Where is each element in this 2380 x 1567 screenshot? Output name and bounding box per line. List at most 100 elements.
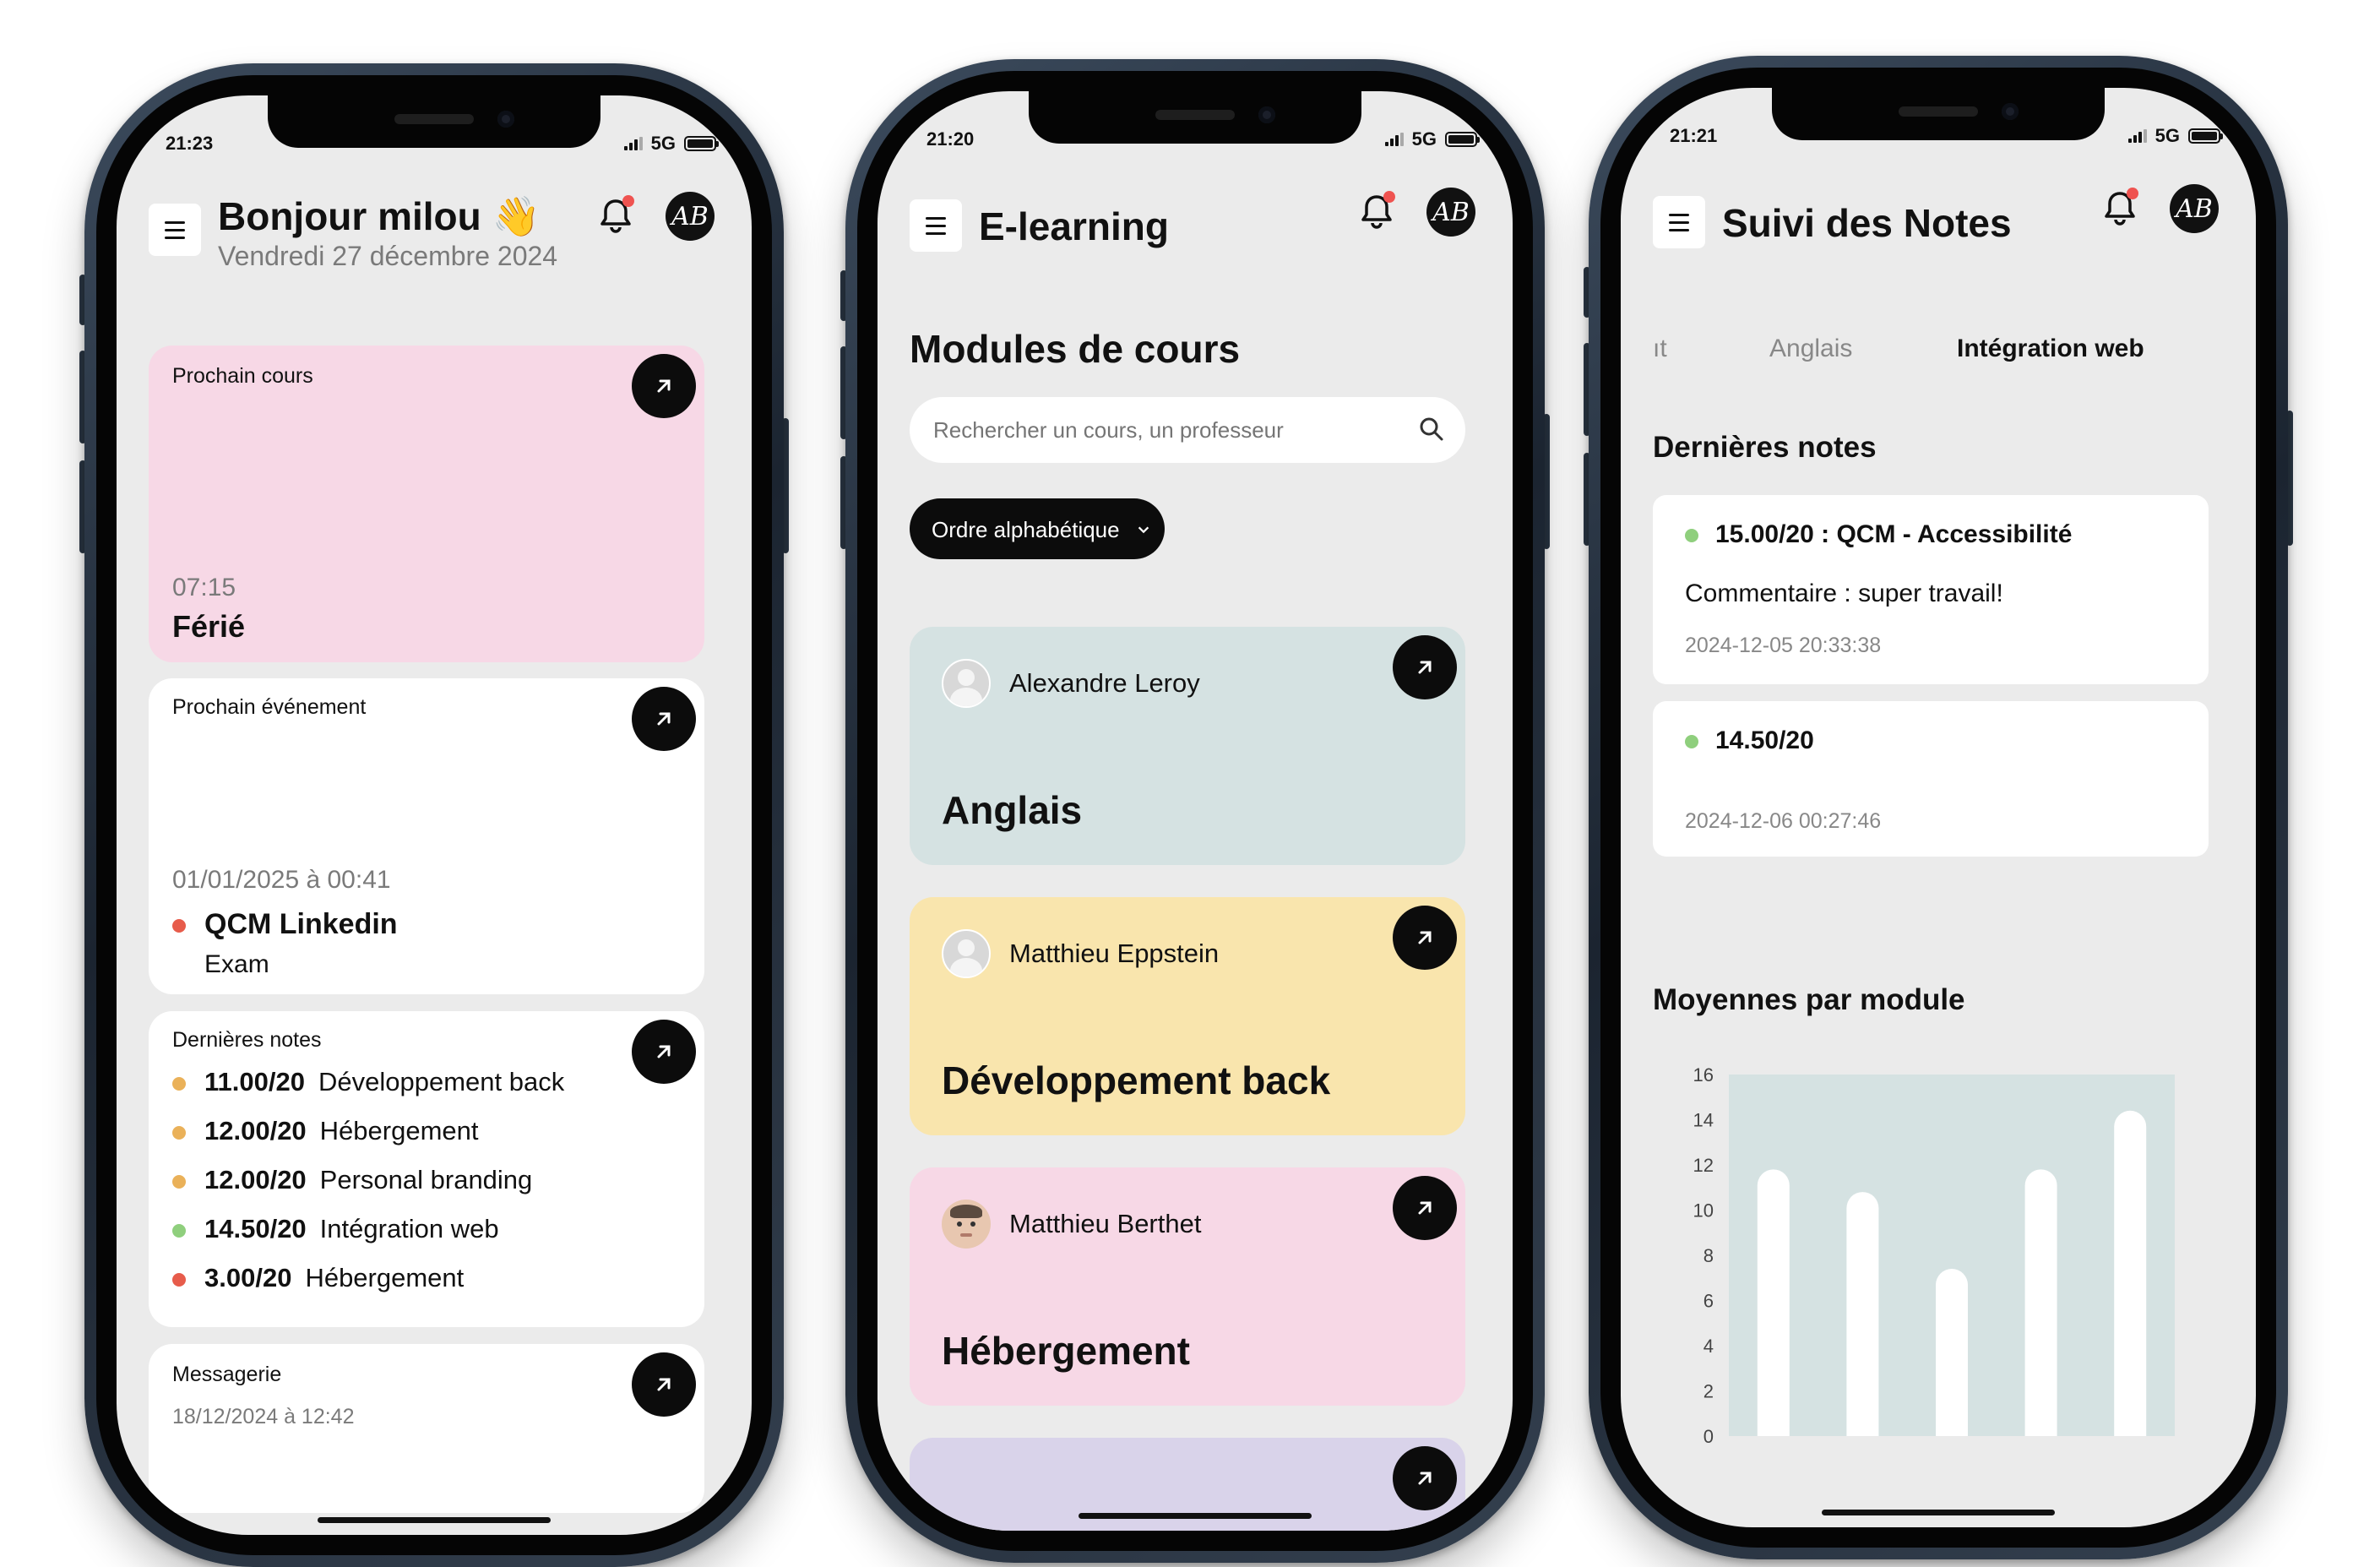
- averages-bar-chart: 16 14 12 10 8 6 4 2 0: [1693, 1064, 2178, 1470]
- tab-partial[interactable]: ıt: [1653, 335, 1667, 363]
- y-tick-label: 14: [1693, 1110, 1714, 1131]
- message-datetime: 18/12/2024 à 12:42: [172, 1405, 355, 1428]
- teacher-name: Matthieu Berthet: [1009, 1209, 1202, 1238]
- user-avatar[interactable]: AB: [666, 192, 715, 241]
- page-title: Suivi des Notes: [1722, 201, 2012, 245]
- status-bar: 21:21 5G: [1621, 122, 2256, 155]
- bar[interactable]: [2114, 1110, 2147, 1452]
- network-label: 5G: [2154, 125, 2180, 146]
- note-comment: Commentaire : super travail!: [1685, 579, 2003, 607]
- y-tick-label: 6: [1703, 1291, 1714, 1312]
- sort-dropdown[interactable]: Ordre alphabétique: [910, 498, 1165, 559]
- bar[interactable]: [1936, 1269, 1968, 1452]
- page-title: E-learning: [979, 204, 1169, 248]
- search-bar[interactable]: [910, 397, 1465, 463]
- teacher-info: Matthieu Eppstein: [942, 929, 1219, 978]
- home-indicator[interactable]: [1822, 1510, 2055, 1515]
- grade-row: 12.00/20 Hébergement: [172, 1116, 479, 1146]
- y-tick-label: 16: [1693, 1064, 1714, 1085]
- open-arrow-icon[interactable]: [632, 1352, 696, 1417]
- teacher-avatar: [942, 929, 991, 978]
- menu-button[interactable]: [910, 199, 962, 252]
- last-grades-card[interactable]: Dernières notes 11.00/20 Développement ba…: [149, 1011, 704, 1327]
- chevron-down-icon: [1138, 526, 1149, 534]
- menu-button[interactable]: [1653, 196, 1705, 248]
- phone-elearning: 21:20 5G E-learning AB Modules de cours …: [840, 59, 1550, 1563]
- y-tick-label: 4: [1703, 1336, 1714, 1357]
- status-time: 21:21: [1670, 125, 1718, 146]
- bar[interactable]: [1757, 1169, 1790, 1452]
- open-arrow-icon[interactable]: [1393, 1176, 1457, 1240]
- open-arrow-icon[interactable]: [1393, 1446, 1457, 1510]
- y-tick-label: 2: [1703, 1381, 1714, 1402]
- status-time: 21:23: [166, 133, 214, 154]
- note-datetime: 2024-12-05 20:33:38: [1685, 634, 1882, 657]
- menu-button[interactable]: [149, 204, 201, 256]
- y-tick-label: 12: [1693, 1155, 1714, 1176]
- module-card-hebergement[interactable]: Matthieu Berthet Hébergement: [910, 1167, 1465, 1406]
- teacher-info: Alexandre Leroy: [942, 659, 1200, 708]
- bar[interactable]: [1846, 1192, 1879, 1452]
- signal-icon: [1384, 133, 1404, 146]
- note-card[interactable]: 14.50/20 2024-12-06 00:27:46: [1653, 701, 2209, 857]
- grade-row: 11.00/20 Développement back: [172, 1067, 564, 1097]
- notification-bell-icon[interactable]: [1356, 191, 1397, 231]
- screen: 21:20 5G E-learning AB Modules de cours …: [878, 91, 1513, 1531]
- date-label: Vendredi 27 décembre 2024: [218, 241, 558, 271]
- open-arrow-icon[interactable]: [1393, 906, 1457, 970]
- module-card-dev-back[interactable]: Matthieu Eppstein Développement back: [910, 897, 1465, 1135]
- event-datetime: 01/01/2025 à 00:41: [172, 866, 391, 894]
- teacher-info: Matthieu Berthet: [942, 1200, 1201, 1249]
- sort-label: Ordre alphabétique: [932, 517, 1120, 542]
- open-arrow-icon[interactable]: [632, 1020, 696, 1084]
- note-grade: 15.00/20 : QCM - Accessibilité: [1685, 520, 2072, 549]
- home-indicator[interactable]: [1079, 1513, 1312, 1519]
- search-icon[interactable]: [1418, 416, 1445, 443]
- network-label: 5G: [650, 133, 676, 154]
- chart-baseline-mask: [1725, 1436, 2178, 1470]
- course-name: Férié: [172, 609, 246, 644]
- event-type: Exam: [204, 950, 269, 978]
- y-tick-label: 10: [1693, 1200, 1714, 1221]
- status-dot: [172, 919, 186, 933]
- grade-row: 3.00/20 Hébergement: [172, 1263, 464, 1293]
- screen: 21:21 5G Suivi des Notes AB ıt Anglais I…: [1621, 88, 2256, 1527]
- note-card[interactable]: 15.00/20 : QCM - Accessibilité Commentai…: [1653, 495, 2209, 684]
- event-name: QCM Linkedin: [204, 908, 398, 940]
- teacher-photo-avatar: [942, 1200, 991, 1249]
- signal-icon: [623, 137, 643, 150]
- y-tick-label: 8: [1703, 1245, 1714, 1266]
- tab-integration-web[interactable]: Intégration web: [1957, 335, 2144, 363]
- battery-icon: [1445, 132, 1480, 147]
- teacher-name: Alexandre Leroy: [1009, 668, 1200, 698]
- open-arrow-icon[interactable]: [1393, 635, 1457, 699]
- last-notes-title: Dernières notes: [1653, 431, 1877, 464]
- user-avatar[interactable]: AB: [2170, 184, 2219, 233]
- averages-chart: 16 14 12 10 8 6 4 2 0: [1646, 1059, 2187, 1470]
- note-datetime: 2024-12-06 00:27:46: [1685, 809, 1882, 833]
- notification-bell-icon[interactable]: [595, 195, 636, 236]
- search-input[interactable]: [932, 409, 1408, 451]
- user-avatar[interactable]: AB: [1426, 188, 1475, 237]
- next-course-card[interactable]: Prochain cours 07:15 Férié: [149, 346, 704, 662]
- open-arrow-icon[interactable]: [632, 687, 696, 751]
- card-label: Prochain cours: [172, 364, 313, 388]
- next-event-card[interactable]: Prochain événement 01/01/2025 à 00:41 QC…: [149, 678, 704, 994]
- notification-bell-icon[interactable]: [2100, 188, 2140, 228]
- home-indicator[interactable]: [318, 1517, 551, 1523]
- module-card-anglais[interactable]: Alexandre Leroy Anglais: [910, 627, 1465, 865]
- teacher-name: Matthieu Eppstein: [1009, 939, 1220, 968]
- card-label: Messagerie: [172, 1363, 282, 1386]
- section-title: Modules de cours: [910, 327, 1241, 371]
- module-name: Hébergement: [942, 1329, 1190, 1373]
- status-bar: 21:23 5G: [117, 129, 752, 163]
- module-name: Développement back: [942, 1058, 1331, 1102]
- event-title: QCM Linkedin: [172, 908, 398, 941]
- messages-card[interactable]: Messagerie 18/12/2024 à 12:42: [149, 1344, 704, 1513]
- module-name: Anglais: [942, 788, 1083, 832]
- grade-row: 14.50/20 Intégration web: [172, 1214, 499, 1244]
- phone-home: 21:23 5G Bonjour milou 👋 Vendredi 27 déc…: [79, 63, 789, 1567]
- open-arrow-icon[interactable]: [632, 354, 696, 418]
- bar[interactable]: [2024, 1169, 2057, 1452]
- tab-anglais[interactable]: Anglais: [1769, 335, 1852, 363]
